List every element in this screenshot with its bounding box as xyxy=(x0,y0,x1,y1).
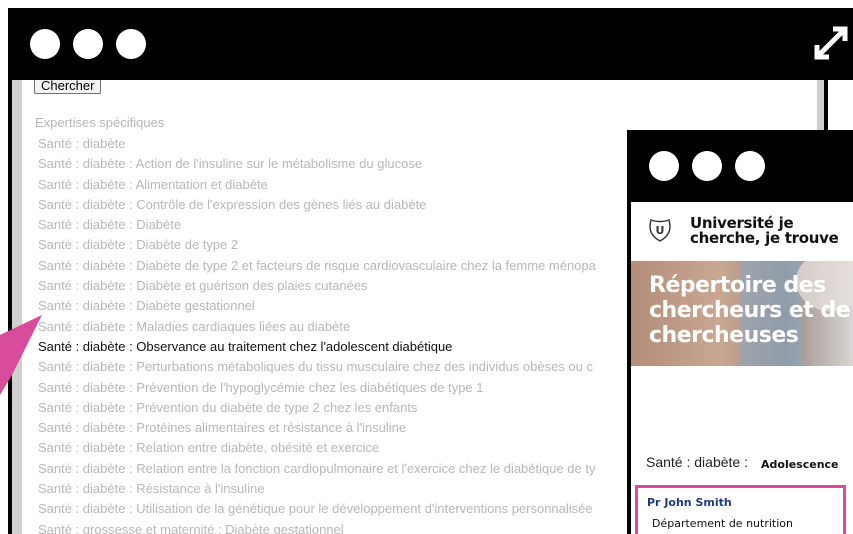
expertise-list-item[interactable]: Santé : diabète : Diabète xyxy=(38,215,596,235)
window-control-dot[interactable] xyxy=(30,29,60,59)
expertises-heading: Expertises spécifiques xyxy=(35,115,165,130)
expertise-list-item[interactable]: Santé : diabète : Relation entre la fonc… xyxy=(38,459,596,479)
expand-diagonal-icon[interactable] xyxy=(811,23,851,63)
expertise-list-item[interactable]: Santé : diabète : Action de l'insuline s… xyxy=(38,154,596,174)
window-control-dot[interactable] xyxy=(692,151,722,181)
hero-banner: Répertoire des chercheurs et de chercheu… xyxy=(631,261,853,366)
expertise-list-item[interactable]: Santé : diabète : Relation entre diabète… xyxy=(38,438,596,458)
expertise-list-item[interactable]: Santé : diabète : Résistance à l'insulin… xyxy=(38,479,596,499)
popup-page: U Université je cherche, je trouve Réper… xyxy=(631,202,853,534)
search-button[interactable]: Chercher xyxy=(34,80,102,94)
expertise-list-item[interactable]: Santé : diabète : Observance au traiteme… xyxy=(38,337,596,357)
window-control-dot[interactable] xyxy=(116,29,146,59)
researcher-department: Département de nutrition xyxy=(652,517,793,530)
expertise-list-item[interactable]: Santé : diabète : Diabète de type 2 et f… xyxy=(38,256,596,276)
expertise-list-item[interactable]: Santé : diabète : Protéines alimentaires… xyxy=(38,418,596,438)
expertise-list-item[interactable]: Santé : diabète : Prévention du diabète … xyxy=(38,398,596,418)
expertise-list-item[interactable]: Santé : diabète xyxy=(38,134,596,154)
expertise-list-item[interactable]: Santé : diabète : Contrôle de l'expressi… xyxy=(38,195,596,215)
screen: Chercher Expertises spécifiques Santé : … xyxy=(0,0,853,534)
popup-window-titlebar xyxy=(627,130,853,202)
expertise-list-item[interactable]: Santé : diabète : Utilisation de la géné… xyxy=(38,499,596,519)
expertise-list: Santé : diabète Santé : diabète : Action … xyxy=(38,134,596,534)
expertise-list-item[interactable]: Santé : diabète : Diabète et guérison de… xyxy=(38,276,596,296)
hero-title: Répertoire des chercheurs et de chercheu… xyxy=(649,273,851,348)
window-control-dot[interactable] xyxy=(73,29,103,59)
expertise-list-item[interactable]: Santé : diabète : Maladies cardiaques li… xyxy=(38,317,596,337)
pointer-arrow-icon xyxy=(0,315,42,395)
expertise-list-item[interactable]: Santé : diabète : Prévention de l'hypogl… xyxy=(38,378,596,398)
university-crest-icon: U xyxy=(649,219,671,242)
expertise-list-item[interactable]: Santé : diabète : Diabète de type 2 xyxy=(38,235,596,255)
expertise-list-item[interactable]: Santé : diabète : Alimentation et diabèt… xyxy=(38,175,596,195)
popup-window: U Université je cherche, je trouve Réper… xyxy=(627,130,853,534)
university-name[interactable]: Université je cherche, je trouve xyxy=(690,216,853,246)
filter-value: Adolescence xyxy=(761,458,839,471)
window-control-dot[interactable] xyxy=(649,151,679,181)
researcher-name-link[interactable]: Pr John Smith xyxy=(647,496,732,509)
expertise-list-item[interactable]: Santé : diabète : Diabète gestationnel xyxy=(38,296,596,316)
main-window-titlebar xyxy=(8,8,853,80)
svg-text:U: U xyxy=(656,224,665,237)
filter-label: Santé : diabète : xyxy=(646,454,748,470)
expertise-list-item[interactable]: Santé : grossesse et maternité : Diabète… xyxy=(38,520,596,534)
expertise-list-item[interactable]: Santé : diabète : Perturbations métaboli… xyxy=(38,357,596,377)
window-control-dot[interactable] xyxy=(735,151,765,181)
